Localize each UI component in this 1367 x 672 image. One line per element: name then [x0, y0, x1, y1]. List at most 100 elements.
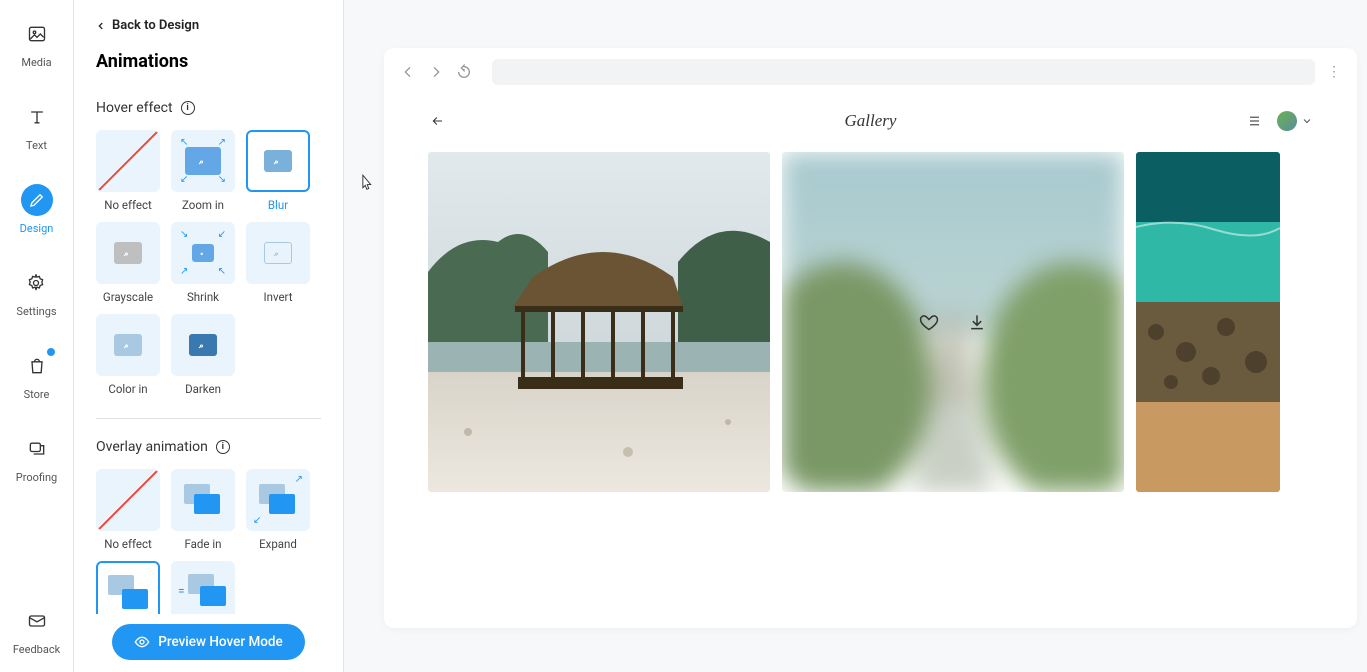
caption: Darken: [185, 382, 221, 396]
site-actions: [1247, 111, 1313, 131]
preview-button-wrap: Preview Hover Mode: [74, 614, 343, 660]
colorin-tile: [96, 314, 160, 376]
rail-media[interactable]: Media: [21, 18, 53, 69]
url-input[interactable]: [492, 59, 1315, 85]
gallery-row: [384, 152, 1357, 492]
hover-option-no-effect[interactable]: No effect: [96, 130, 160, 212]
zoom-tile: ↖ ↗ ↙ ↘: [171, 130, 235, 192]
site-header: Gallery: [384, 96, 1357, 146]
overlay-section-label: Overlay animation i: [96, 439, 321, 455]
caption: No effect: [104, 537, 151, 551]
chevron-down-icon: [1301, 115, 1313, 127]
back-to-design[interactable]: Back to Design: [96, 18, 321, 33]
canvas-area: ⋮ Gallery: [344, 0, 1367, 672]
section-text: Overlay animation: [96, 439, 208, 455]
fade-tile: [171, 469, 235, 531]
pencil-icon: [21, 184, 53, 216]
info-icon[interactable]: i: [181, 101, 195, 115]
user-menu[interactable]: [1277, 111, 1313, 131]
shopping-bag-icon: [21, 350, 53, 382]
rail-label: Media: [21, 56, 51, 69]
expand-tile: ↗ ↙: [246, 469, 310, 531]
beach-hut-illustration: [428, 152, 770, 492]
left-rail: Media Text Design Settings Store Proofin…: [0, 0, 74, 672]
back-label: Back to Design: [112, 18, 199, 33]
caption: Fade in: [184, 537, 221, 551]
darken-tile: [171, 314, 235, 376]
shrink-tile: ↘ ↙ ↗ ↖: [171, 222, 235, 284]
overlay-option-expand[interactable]: ↗ ↙ Expand: [246, 469, 310, 551]
browser-frame: ⋮ Gallery: [384, 48, 1357, 628]
hover-option-color-in[interactable]: Color in: [96, 314, 160, 396]
caption: Color in: [108, 382, 147, 396]
rail-label: Settings: [16, 305, 56, 318]
text-icon: [21, 101, 53, 133]
browser-reload-icon[interactable]: [456, 64, 472, 80]
rail-feedback[interactable]: Feedback: [13, 605, 60, 656]
rail-design[interactable]: Design: [20, 184, 54, 235]
reef-illustration: [1136, 152, 1280, 492]
caption: Grayscale: [103, 290, 153, 304]
caption: Zoom in: [182, 198, 224, 212]
image-hover-overlay: [919, 312, 987, 332]
panel-title: Animations: [96, 51, 321, 72]
caption: Expand: [259, 537, 297, 551]
caption: No effect: [104, 198, 151, 212]
no-effect-tile: [96, 469, 160, 531]
download-icon[interactable]: [967, 312, 987, 332]
hover-option-grayscale[interactable]: Grayscale: [96, 222, 160, 304]
animation-panel: Back to Design Animations Hover effect i…: [74, 0, 344, 672]
gear-icon: [20, 267, 52, 299]
site-back-arrow-icon[interactable]: [428, 114, 448, 128]
hover-option-shrink[interactable]: ↘ ↙ ↗ ↖ Shrink: [171, 222, 235, 304]
caption: Invert: [263, 290, 292, 304]
site-title: Gallery: [845, 111, 897, 131]
gray-tile: [96, 222, 160, 284]
heart-icon[interactable]: [919, 312, 939, 332]
rail-proofing[interactable]: Proofing: [16, 433, 57, 484]
gallery-image-3[interactable]: [1136, 152, 1280, 492]
caption: Blur: [268, 198, 288, 212]
blur-tile: [246, 130, 310, 192]
hover-section-label: Hover effect i: [96, 100, 321, 116]
browser-forward-icon[interactable]: [428, 64, 444, 80]
invert-tile: [246, 222, 310, 284]
rail-label: Feedback: [13, 643, 60, 656]
browser-toolbar: ⋮: [384, 48, 1357, 96]
mail-icon: [21, 605, 53, 637]
rail-text[interactable]: Text: [21, 101, 53, 152]
hover-option-blur[interactable]: Blur: [246, 130, 310, 212]
overlay-animation-grid: No effect Fade in ↗ ↙ Expand: [96, 469, 321, 629]
info-icon[interactable]: i: [216, 440, 230, 454]
divider: [96, 418, 321, 419]
hover-option-invert[interactable]: Invert: [246, 222, 310, 304]
rail-store[interactable]: Store: [21, 350, 53, 401]
notification-dot-icon: [47, 348, 55, 356]
rail-label: Design: [20, 222, 54, 235]
gallery-image-2-blurred[interactable]: [782, 152, 1124, 492]
section-text: Hover effect: [96, 100, 173, 116]
chevron-left-icon: [96, 21, 106, 31]
preview-hover-button[interactable]: Preview Hover Mode: [112, 624, 305, 660]
rail-label: Proofing: [16, 471, 57, 484]
list-icon[interactable]: [1247, 112, 1265, 130]
browser-back-icon[interactable]: [400, 64, 416, 80]
proofing-icon: [21, 433, 53, 465]
image-icon: [21, 18, 53, 50]
rail-label: Store: [24, 388, 50, 401]
preview-label: Preview Hover Mode: [158, 634, 283, 650]
overlay-option-no-effect[interactable]: No effect: [96, 469, 160, 551]
rail-label: Text: [26, 139, 47, 152]
hover-option-zoom-in[interactable]: ↖ ↗ ↙ ↘ Zoom in: [171, 130, 235, 212]
eye-icon: [134, 634, 150, 650]
hover-effects-grid: No effect ↖ ↗ ↙ ↘ Zoom in Blur: [96, 130, 321, 396]
overlay-option-fade-in[interactable]: Fade in: [171, 469, 235, 551]
gallery-image-1[interactable]: [428, 152, 770, 492]
avatar-icon: [1277, 111, 1297, 131]
hover-option-darken[interactable]: Darken: [171, 314, 235, 396]
panel-scroll[interactable]: Back to Design Animations Hover effect i…: [74, 0, 343, 672]
rail-settings[interactable]: Settings: [16, 267, 56, 318]
browser-more-icon[interactable]: ⋮: [1327, 64, 1341, 80]
caption: Shrink: [187, 290, 219, 304]
no-effect-tile: [96, 130, 160, 192]
